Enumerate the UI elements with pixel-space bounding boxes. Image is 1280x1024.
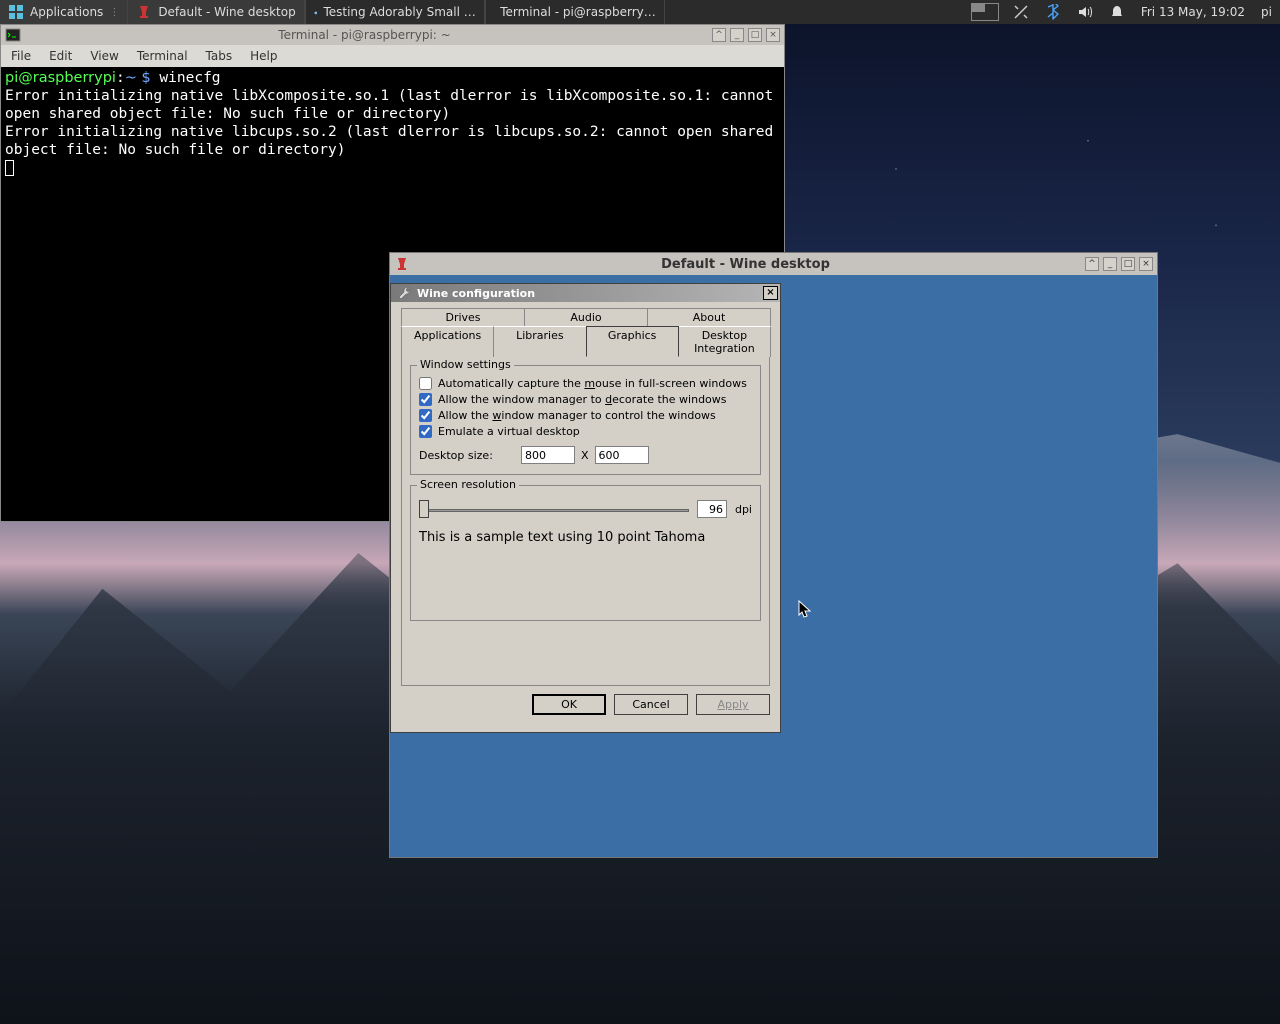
menu-edit[interactable]: Edit — [49, 49, 72, 63]
maximize-button[interactable]: □ — [1121, 257, 1135, 271]
dpi-field[interactable] — [697, 500, 727, 518]
minimize-button[interactable]: _ — [730, 28, 744, 42]
menu-view[interactable]: View — [90, 49, 118, 63]
rollup-button[interactable]: ^ — [1085, 257, 1099, 271]
x-separator: X — [581, 449, 589, 462]
apps-icon — [8, 4, 24, 20]
apply-button[interactable]: Apply — [696, 694, 770, 715]
maximize-button[interactable]: □ — [748, 28, 762, 42]
sample-text: This is a sample text using 10 point Tah… — [419, 530, 752, 545]
cancel-button[interactable]: Cancel — [614, 694, 688, 715]
volume-icon — [1077, 4, 1093, 20]
network-indicator[interactable] — [1005, 0, 1037, 24]
terminal-menubar: File Edit View Terminal Tabs Help — [1, 45, 784, 67]
bluetooth-indicator[interactable] — [1037, 0, 1069, 24]
tab-graphics[interactable]: Graphics — [586, 326, 679, 357]
notifications-indicator[interactable] — [1101, 0, 1133, 24]
wine-title: Default - Wine desktop — [410, 257, 1081, 272]
desktop-size-label: Desktop size: — [419, 449, 515, 462]
checkbox-input[interactable] — [419, 377, 432, 390]
tab-drives[interactable]: Drives — [401, 308, 525, 326]
tab-desktop-integration[interactable]: Desktop Integration — [678, 326, 771, 357]
menu-sep-icon: ⋮ — [109, 7, 119, 18]
wine-virtual-desktop[interactable]: Wine configuration × Drives Audio About … — [390, 275, 1157, 857]
winecfg-titlebar[interactable]: Wine configuration × — [391, 284, 780, 302]
checkbox-emulate-desktop[interactable]: Emulate a virtual desktop — [419, 425, 752, 438]
wine-icon — [136, 4, 152, 20]
clock[interactable]: Fri 13 May, 19:02 — [1133, 0, 1253, 24]
dpi-slider[interactable] — [419, 500, 689, 518]
menu-terminal[interactable]: Terminal — [137, 49, 188, 63]
window-settings-group: Window settings Automatically capture th… — [410, 365, 761, 475]
wine-desktop-window: Default - Wine desktop ^ _ □ × Wine conf… — [389, 252, 1158, 858]
task-label: Default - Wine desktop — [158, 5, 295, 19]
network-icon — [1013, 4, 1029, 20]
desktop-height-field[interactable] — [595, 446, 649, 464]
checkbox-input[interactable] — [419, 393, 432, 406]
rollup-button[interactable]: ^ — [712, 28, 726, 42]
taskbar-item-terminal[interactable]: Terminal - pi@raspberry… — [485, 0, 665, 24]
taskbar-item-browser[interactable]: Testing Adorably Small … — [305, 0, 485, 24]
checkbox-label: Emulate a virtual desktop — [438, 425, 580, 438]
checkbox-decorate[interactable]: Allow the window manager to decorate the… — [419, 393, 752, 406]
task-label: Testing Adorably Small … — [323, 5, 475, 19]
screen-resolution-group: Screen resolution dpi This is a sample t… — [410, 485, 761, 621]
taskbar-item-wine[interactable]: Default - Wine desktop — [127, 0, 304, 24]
wrench-icon — [397, 285, 413, 301]
tab-control: Drives Audio About Applications Librarie… — [401, 308, 770, 686]
desktop-width-field[interactable] — [521, 446, 575, 464]
bluetooth-icon — [1045, 4, 1061, 20]
applications-menu[interactable]: Applications ⋮ — [0, 0, 127, 24]
checkbox-label: Allow the window manager to control the … — [438, 409, 716, 422]
winecfg-dialog: Wine configuration × Drives Audio About … — [390, 283, 781, 733]
close-button[interactable]: × — [1139, 257, 1153, 271]
terminal-icon — [5, 27, 21, 43]
tab-libraries[interactable]: Libraries — [493, 326, 586, 357]
checkbox-input[interactable] — [419, 425, 432, 438]
tab-page-graphics: Window settings Automatically capture th… — [401, 356, 770, 686]
menu-file[interactable]: File — [11, 49, 31, 63]
group-legend: Screen resolution — [417, 478, 519, 491]
terminal-title: Terminal - pi@raspberrypi: ~ — [21, 28, 708, 42]
bell-icon — [1109, 4, 1125, 20]
workspace-switcher[interactable] — [971, 3, 999, 21]
menu-tabs[interactable]: Tabs — [206, 49, 233, 63]
top-panel: Applications ⋮ Default - Wine desktop Te… — [0, 0, 1280, 24]
checkbox-control[interactable]: Allow the window manager to control the … — [419, 409, 752, 422]
user-menu[interactable]: pi — [1253, 0, 1280, 24]
checkbox-input[interactable] — [419, 409, 432, 422]
volume-indicator[interactable] — [1069, 0, 1101, 24]
checkbox-label: Automatically capture the mouse in full-… — [438, 377, 747, 390]
close-button[interactable]: × — [766, 28, 780, 42]
checkbox-label: Allow the window manager to decorate the… — [438, 393, 727, 406]
close-button[interactable]: × — [763, 286, 778, 300]
tab-about[interactable]: About — [647, 308, 771, 326]
wine-titlebar[interactable]: Default - Wine desktop ^ _ □ × — [390, 253, 1157, 275]
terminal-titlebar[interactable]: Terminal - pi@raspberrypi: ~ ^ _ □ × — [1, 25, 784, 45]
minimize-button[interactable]: _ — [1103, 257, 1117, 271]
cursor-icon — [798, 600, 812, 620]
tab-applications[interactable]: Applications — [401, 326, 494, 357]
tab-audio[interactable]: Audio — [524, 308, 648, 326]
group-legend: Window settings — [417, 358, 514, 371]
applications-label: Applications — [30, 5, 103, 19]
task-label: Terminal - pi@raspberry… — [500, 5, 656, 19]
winecfg-title: Wine configuration — [417, 287, 535, 300]
globe-icon — [314, 4, 318, 20]
menu-help[interactable]: Help — [250, 49, 277, 63]
dialog-button-bar: OK Cancel Apply — [391, 686, 780, 723]
wine-icon — [394, 256, 410, 272]
checkbox-capture-mouse[interactable]: Automatically capture the mouse in full-… — [419, 377, 752, 390]
dpi-label: dpi — [735, 503, 752, 516]
ok-button[interactable]: OK — [532, 694, 606, 715]
